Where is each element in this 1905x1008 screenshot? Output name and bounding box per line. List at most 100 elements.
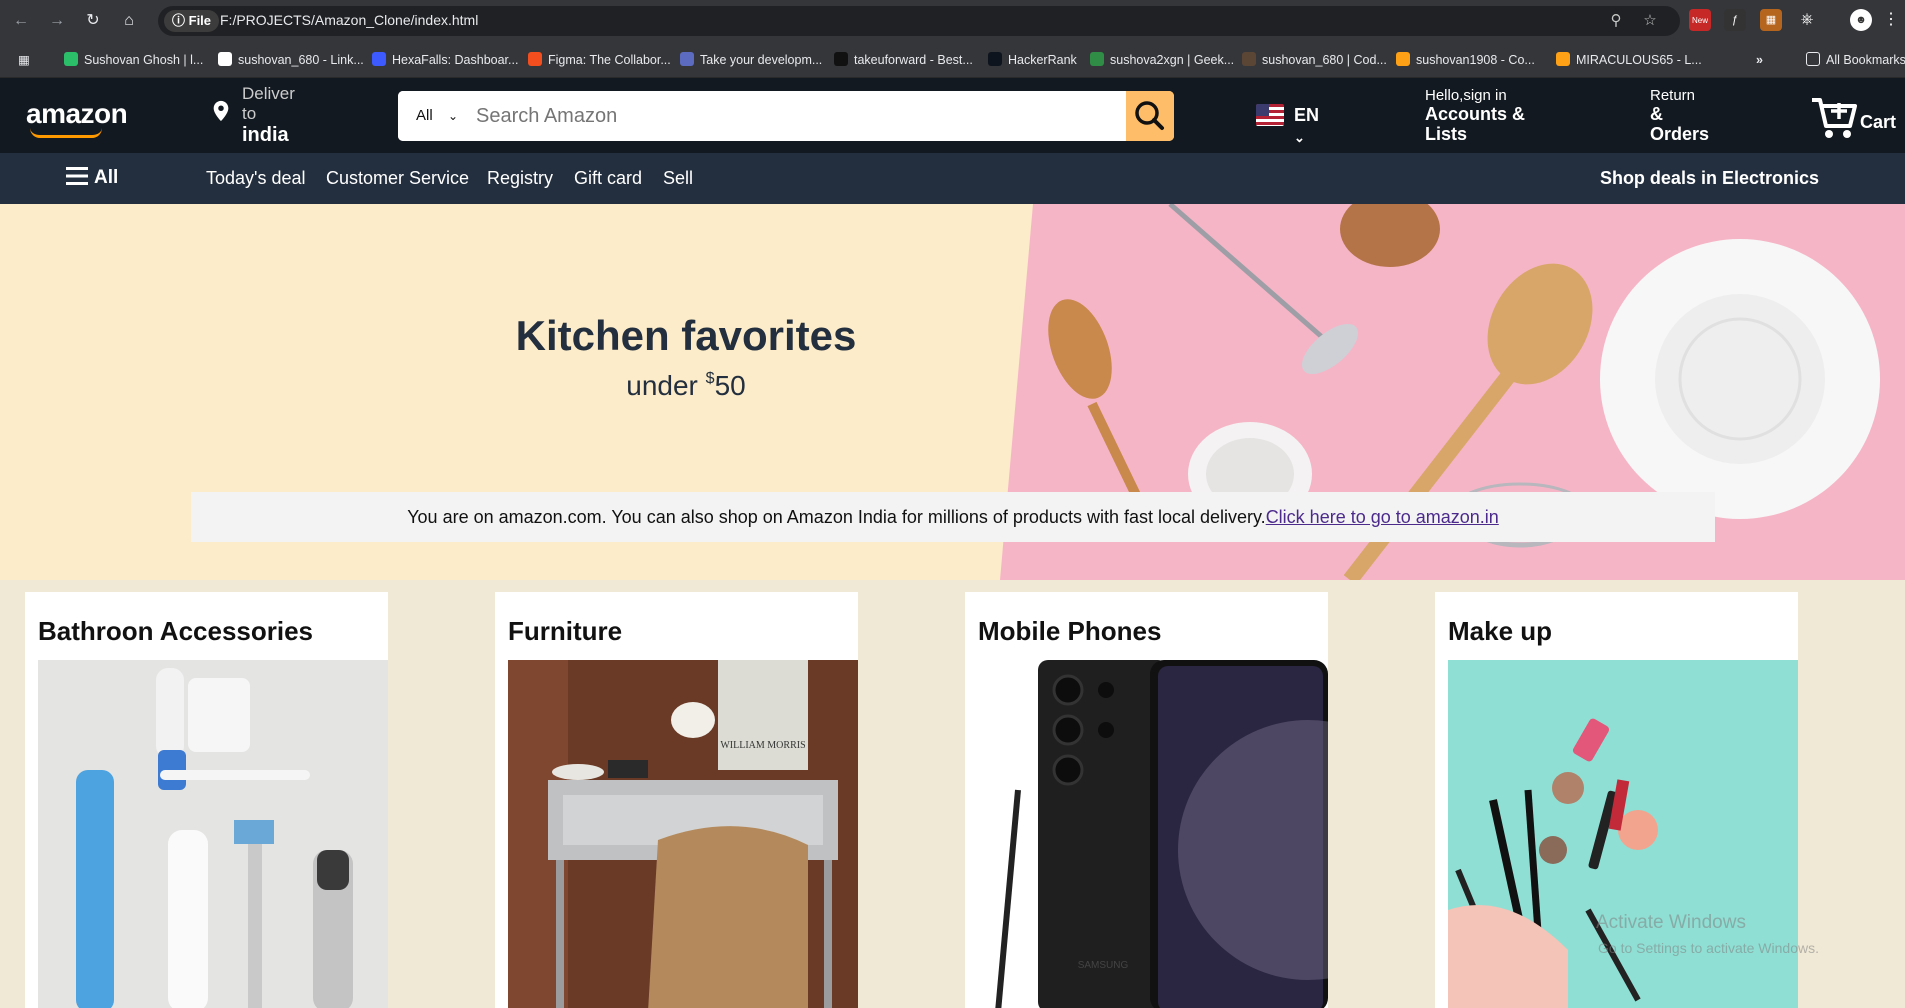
category-card-furniture[interactable]: Furniture WILLIAM MORRIS — [495, 592, 858, 1008]
bookmark-item[interactable]: sushovan1908 - Co... — [1396, 50, 1535, 70]
account-title-line2: Lists — [1425, 124, 1468, 144]
bookmark-item[interactable]: sushovan_680 - Link... — [218, 50, 364, 70]
more-bookmarks-icon[interactable]: » — [1756, 50, 1763, 70]
search-button[interactable] — [1126, 91, 1174, 141]
browser-menu-icon[interactable]: ⋮ — [1880, 9, 1902, 31]
bookmark-item[interactable]: HackerRank — [988, 50, 1077, 70]
url-text[interactable]: F:/PROJECTS/Amazon_Clone/index.html — [220, 12, 478, 28]
extension-new-icon[interactable]: New — [1689, 9, 1711, 31]
reload-icon[interactable]: ↻ — [82, 10, 104, 32]
all-bookmarks-folder[interactable]: All Bookmarks — [1806, 50, 1905, 70]
bookmark-favicon-icon — [1556, 52, 1570, 66]
category-card-mobile-phones[interactable]: Mobile Phones SAMSUNG — [965, 592, 1328, 1008]
bookmark-favicon-icon — [1242, 52, 1256, 66]
amazon-in-link[interactable]: Click here to go to amazon.in — [1266, 507, 1499, 527]
location-pin-icon — [213, 100, 229, 122]
bookmark-label: sushovan_680 | Cod... — [1262, 53, 1387, 67]
nav-todays-deal[interactable]: Today's deal — [206, 168, 306, 189]
hero-subtitle-prefix: under — [626, 370, 706, 401]
hero-banner: Kitchen favorites under $50 You are on a… — [0, 204, 1905, 580]
apps-grid-icon[interactable]: ▦ — [18, 50, 30, 70]
search-input[interactable] — [470, 91, 1126, 141]
bookmark-item[interactable]: takeuforward - Best... — [834, 50, 973, 70]
search-category-label: All — [416, 107, 433, 124]
cart-label: Cart — [1860, 112, 1897, 132]
shop-deals-electronics[interactable]: Shop deals in Electronics — [1600, 168, 1819, 189]
bookmark-favicon-icon — [1090, 52, 1104, 66]
bookmark-favicon-icon — [1396, 52, 1410, 66]
file-chip-label: File — [188, 13, 212, 28]
amazon-logo[interactable]: amazon — [26, 98, 128, 130]
profile-avatar[interactable]: ☻ — [1850, 9, 1872, 31]
home-icon[interactable]: ⌂ — [118, 10, 140, 32]
nav-gift-card[interactable]: Gift card — [574, 168, 642, 189]
bookmark-item[interactable]: Sushovan Ghosh | l... — [64, 50, 203, 70]
search-category-select[interactable]: All ⌄ — [398, 91, 470, 141]
bookmark-star-icon[interactable]: ☆ — [1640, 11, 1660, 31]
furniture-poster-label: WILLIAM MORRIS — [720, 740, 805, 751]
furniture-image: WILLIAM MORRIS — [508, 660, 858, 1008]
all-menu-label: All — [94, 167, 119, 188]
bookmark-item[interactable]: HexaFalls: Dashboar... — [372, 50, 518, 70]
category-nav: All Today's deal Customer Service Regist… — [0, 153, 1905, 204]
bookmark-label: Take your developm... — [700, 53, 823, 67]
extension-new-badge: New — [1691, 16, 1708, 25]
hero-amount: 50 — [714, 370, 746, 401]
cart-icon — [1812, 98, 1857, 138]
address-bar[interactable]: ⓘ File F:/PROJECTS/Amazon_Clone/index.ht… — [158, 6, 1680, 36]
orders-label-line2: Orders — [1650, 124, 1710, 144]
nav-registry[interactable]: Registry — [487, 168, 553, 189]
language-label: EN ⌄ — [1294, 105, 1320, 145]
extension-f-icon[interactable]: ƒ — [1724, 9, 1746, 31]
bookmark-label: MIRACULOUS65 - L... — [1576, 53, 1702, 67]
extensions-puzzle-icon[interactable]: ⎈ — [1796, 9, 1818, 31]
bookmark-label: Sushovan Ghosh | l... — [84, 53, 204, 67]
bookmark-item[interactable]: MIRACULOUS65 - L... — [1556, 50, 1702, 70]
folder-icon — [1806, 52, 1820, 66]
zoom-icon[interactable]: ⚲ — [1606, 11, 1626, 31]
nav-sell[interactable]: Sell — [663, 168, 693, 189]
bathroom-accessories-image — [38, 660, 388, 1008]
windows-activation-watermark: Activate Windows Go to Settings to activ… — [1596, 912, 1819, 956]
cart-button[interactable]: Cart — [1810, 94, 1896, 140]
bookmark-label: sushovan1908 - Co... — [1416, 53, 1535, 67]
chevron-down-icon: ⌄ — [1294, 130, 1305, 145]
hero-subtitle: under $50 — [0, 370, 1372, 402]
phone-brand-label: SAMSUNG — [1078, 960, 1129, 971]
bookmarks-bar: ▦ Sushovan Ghosh | l... sushovan_680 - L… — [0, 41, 1905, 78]
bookmark-favicon-icon — [834, 52, 848, 66]
bookmark-favicon-icon — [64, 52, 78, 66]
category-card-bathroom[interactable]: Bathroon Accessories — [25, 592, 388, 1008]
bookmark-item[interactable]: Figma: The Collabor... — [528, 50, 671, 70]
bookmark-label: sushovan_680 - Link... — [238, 53, 364, 67]
deliver-to-label: to — [242, 104, 257, 123]
card-title: Furniture — [508, 616, 623, 646]
locale-notice: You are on amazon.com. You can also shop… — [191, 492, 1715, 542]
account-menu[interactable]: Hello,sign in Accounts & Lists — [1425, 87, 1525, 144]
bookmark-item[interactable]: sushova2xgn | Geek... — [1090, 50, 1234, 70]
nav-customer-service[interactable]: Customer Service — [326, 168, 469, 189]
deliver-location: india — [242, 124, 289, 146]
us-flag-icon — [1256, 104, 1284, 126]
forward-arrow-icon[interactable]: → — [46, 10, 68, 32]
bookmark-item[interactable]: sushovan_680 | Cod... — [1242, 50, 1387, 70]
orders-label-line1: & — [1650, 104, 1663, 124]
site-info-chip[interactable]: ⓘ File — [164, 10, 220, 32]
notice-text: You are on amazon.com. You can also shop… — [407, 507, 1266, 527]
returns-label: Return — [1650, 87, 1696, 104]
hero-currency: $ — [705, 370, 715, 387]
returns-orders[interactable]: Return & Orders — [1650, 87, 1709, 144]
back-arrow-icon[interactable]: ← — [10, 10, 32, 32]
extension-picture-icon[interactable]: ▦ — [1760, 9, 1782, 31]
bookmark-item[interactable]: Take your developm... — [680, 50, 822, 70]
bookmark-favicon-icon — [528, 52, 542, 66]
card-title: Make up — [1448, 616, 1553, 646]
all-bookmarks-label: All Bookmarks — [1826, 53, 1905, 67]
all-menu-button[interactable]: All — [66, 167, 118, 189]
bookmark-favicon-icon — [218, 52, 232, 66]
card-title: Bathroon Accessories — [38, 616, 314, 646]
account-greeting: Hello,sign in — [1425, 87, 1507, 104]
bookmark-label: sushova2xgn | Geek... — [1110, 53, 1235, 67]
site-header: amazon Deliver to india All ⌄ EN ⌄ Hello,… — [0, 78, 1905, 153]
hero-title: Kitchen favorites — [515, 312, 857, 359]
